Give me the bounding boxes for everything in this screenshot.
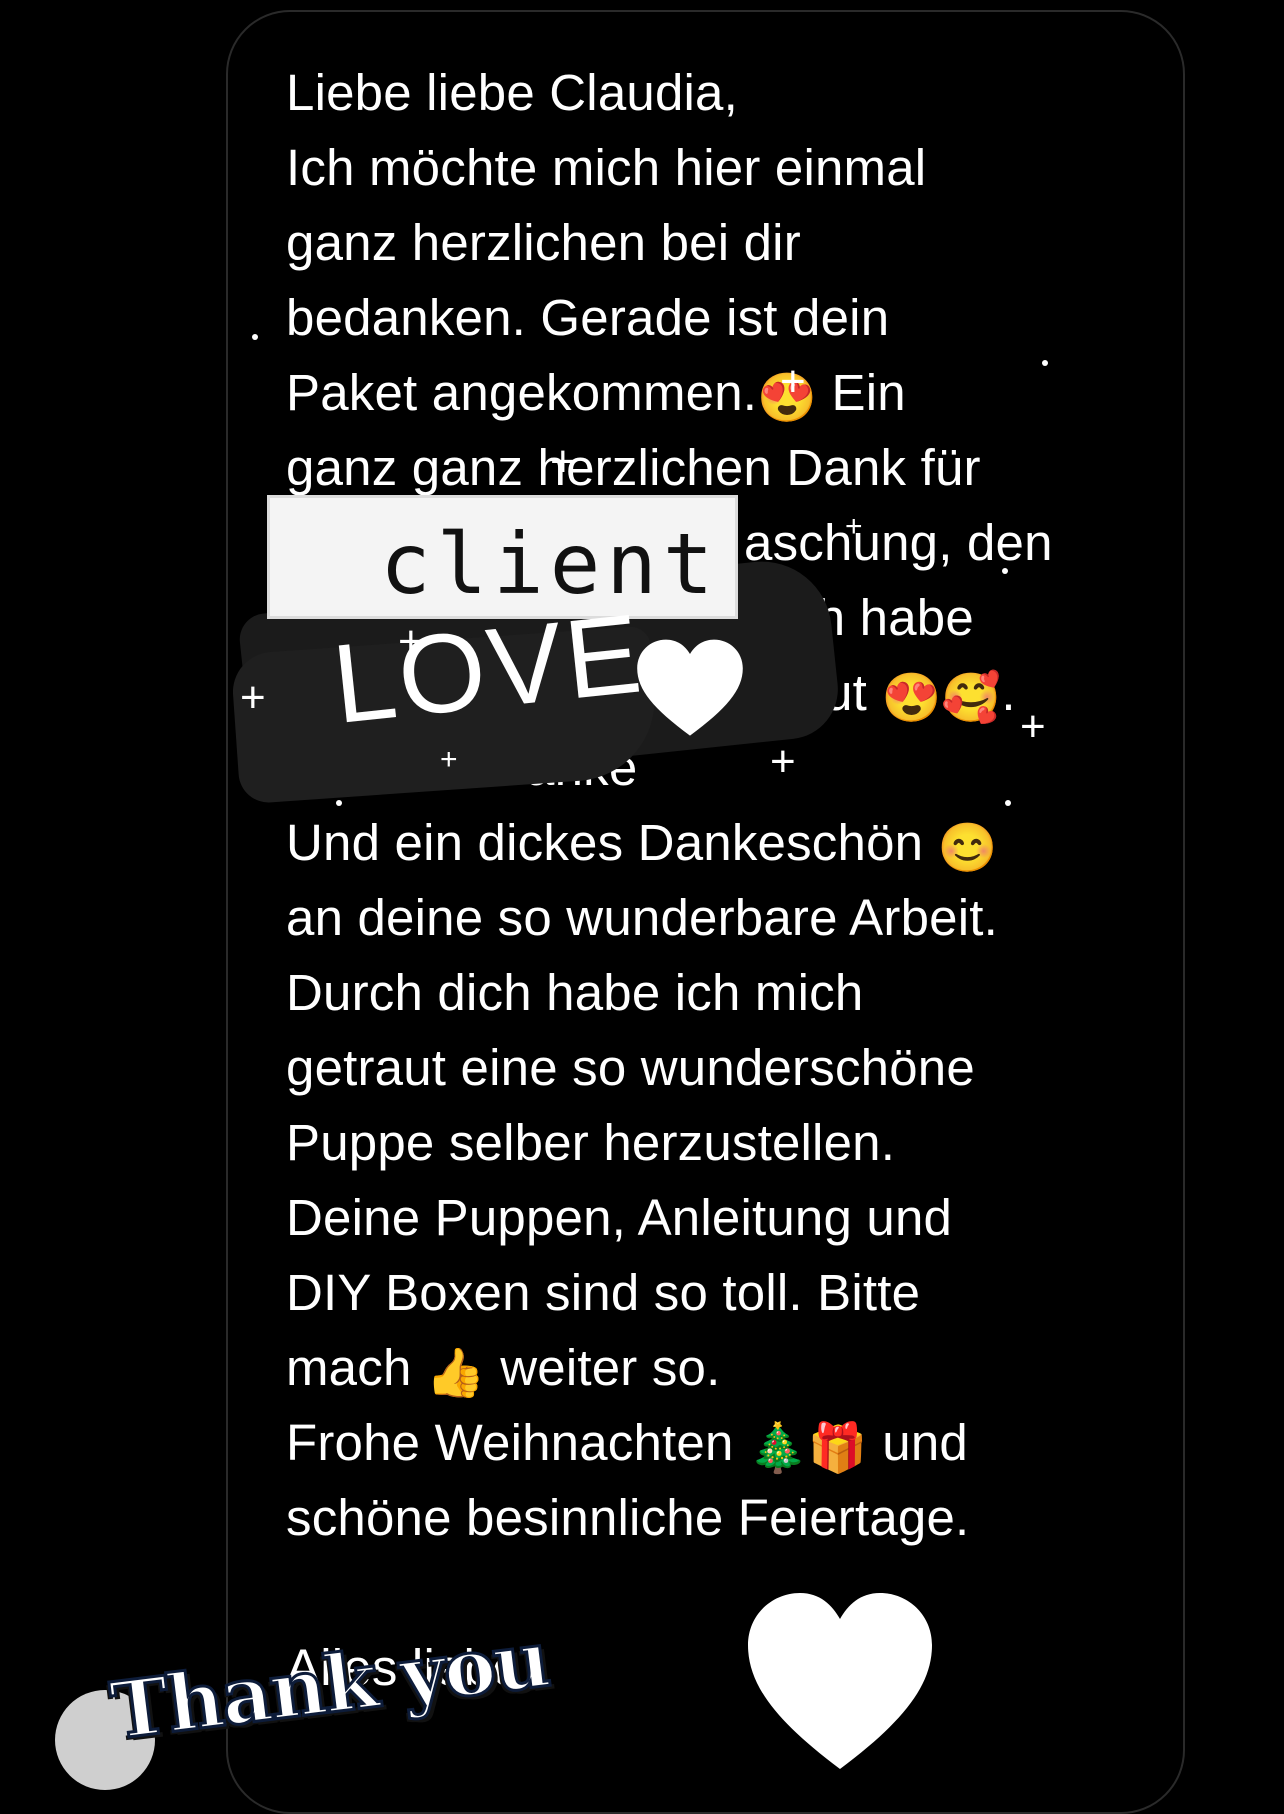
sparkle-icon: + [845, 510, 863, 543]
sparkle-icon: + [1020, 702, 1046, 751]
message-segment: weiter so. [500, 1339, 721, 1396]
sparkle-icon: + [770, 737, 796, 786]
message-line: Puppe selber herzustellen. [286, 1114, 896, 1171]
message-segment: Ein [831, 364, 906, 421]
sparkle-icon: + [780, 357, 806, 406]
sparkle-icon: + [550, 437, 576, 486]
sparkle-dot-icon [1042, 360, 1048, 366]
message-segment: Frohe Weihnachten [286, 1414, 734, 1471]
heart-icon [637, 639, 743, 736]
smiling-hearts-emoji-icon: 🥰 [941, 672, 1002, 725]
sparkle-icon: + [440, 743, 458, 776]
sparkle-dot-icon [1002, 568, 1008, 574]
heart-icon [748, 1593, 932, 1769]
message-segment: und [882, 1414, 968, 1471]
message-line: schöne besinnliche Feiertage. [286, 1489, 970, 1546]
sparkle-dot-icon [1005, 800, 1011, 806]
christmas-tree-emoji-icon: 🎄 [747, 1422, 808, 1475]
thumbs-up-emoji-icon: 👍 [425, 1347, 486, 1400]
client-love-sticker: client LOVE [225, 490, 845, 820]
message-segment: Und ein dickes Dankeschön [286, 814, 924, 871]
message-line: Durch dich habe ich mich [286, 964, 864, 1021]
message-line: an deine so wunderbare Arbeit. [286, 889, 998, 946]
message-line: Liebe liebe Claudia, [286, 64, 738, 121]
message-line: DIY Boxen sind so toll. Bitte [286, 1264, 921, 1321]
sparkle-icon: + [398, 617, 424, 666]
message-line: Ich möchte mich hier einmal [286, 139, 927, 196]
sparkle-dot-icon [252, 334, 258, 340]
gift-emoji-icon: 🎁 [807, 1422, 868, 1475]
message-segment: mach [286, 1339, 412, 1396]
message-line: Paket angekommen.😍 Ein [286, 355, 1146, 430]
sparkle-icon: + [240, 673, 266, 722]
message-segment: Paket angekommen. [286, 364, 758, 421]
message-line: ganz herzlichen bei dir [286, 214, 801, 271]
sparkle-dot-icon [336, 800, 342, 806]
message-line: Frohe Weihnachten 🎄🎁 und [286, 1405, 1146, 1480]
heart-eyes-emoji-icon: 😍 [881, 672, 942, 725]
blush-emoji-icon: 😊 [937, 822, 998, 875]
message-line: bedanken. Gerade ist dein [286, 289, 890, 346]
message-line: getraut eine so wunderschöne [286, 1039, 975, 1096]
message-line: mach 👍 weiter so. [286, 1330, 1146, 1405]
message-text: Liebe liebe Claudia, Ich möchte mich hie… [286, 55, 1146, 1705]
message-line: Deine Puppen, Anleitung und [286, 1189, 953, 1246]
client-label-box: client [270, 498, 735, 616]
